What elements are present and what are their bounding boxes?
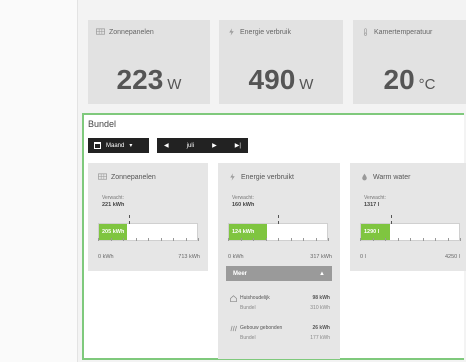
lightning-icon <box>229 28 234 36</box>
sub-item-bundel-label: Bundel <box>240 305 256 311</box>
sub-item-value: 98 kWh <box>312 295 330 301</box>
lightning-icon <box>230 173 235 181</box>
sub-item-bundel-value: 177 kWh <box>310 335 330 341</box>
scale-tick <box>435 238 436 241</box>
stat-card-energy: Energie verbruik 490 W <box>219 20 343 104</box>
bundel-card-energy: Energie verbruikt Verwacht: 160 kWh 124 … <box>218 163 340 359</box>
sub-item-name: Huishoudelijk <box>240 295 270 301</box>
period-select[interactable]: Maand ▾ <box>88 138 149 153</box>
calendar-icon <box>94 142 101 149</box>
scale-tick <box>460 238 461 241</box>
sub-item-building: Gebouw gebonden 26 kWh Bundel 177 kWh <box>230 325 330 345</box>
more-toggle-button[interactable]: Meer ▲ <box>226 266 332 281</box>
scale-tick <box>110 238 112 241</box>
month-navigator: ◀ juli ▶ ▶| <box>157 138 248 153</box>
scale-tick <box>148 238 149 241</box>
scale-tick <box>397 238 399 241</box>
thermometer-icon <box>363 28 368 36</box>
previous-month-button[interactable]: ◀ <box>164 142 169 149</box>
scale-ticks <box>228 236 329 241</box>
expected-value: 160 kWh <box>232 202 255 208</box>
scale-min: 0 l <box>360 254 366 260</box>
water-drop-icon <box>362 173 367 181</box>
scale-tick <box>385 238 386 241</box>
house-icon <box>230 295 237 302</box>
progress-value: 1290 l <box>364 229 380 235</box>
scale-tick <box>160 238 162 241</box>
card-title: Warm water <box>373 173 411 181</box>
scale-tick <box>328 238 329 241</box>
scale-tick <box>123 238 124 241</box>
scale-tick <box>198 238 199 241</box>
next-month-button[interactable]: ▶ <box>212 142 217 149</box>
sub-item-name: Gebouw gebonden <box>240 325 283 331</box>
bundel-panel: Bundel Maand ▾ ◀ juli ▶ ▶| Zonnepanelen … <box>82 113 466 360</box>
stat-value: 490 W <box>248 64 314 95</box>
sub-item-bundel-value: 310 kWh <box>310 305 330 311</box>
last-month-button[interactable]: ▶| <box>235 142 241 149</box>
stat-label: Zonnepanelen <box>109 28 154 36</box>
caret-up-icon: ▲ <box>319 270 325 277</box>
sub-item-bundel-label: Bundel <box>240 335 256 341</box>
scale-max: 4250 l <box>445 254 460 260</box>
expected-marker <box>278 215 279 224</box>
scale-ticks <box>360 236 461 241</box>
scale-min: 0 kWh <box>98 254 114 260</box>
scale-max: 317 kWh <box>310 254 332 260</box>
building-bound-icon <box>230 325 237 332</box>
scale-tick <box>360 238 361 241</box>
stat-card-solar: Zonnepanelen 223 W <box>88 20 210 104</box>
progress-value: 124 kWh <box>232 229 255 235</box>
scale-tick <box>278 238 279 241</box>
stat-value: 223 W <box>116 64 182 95</box>
caret-down-icon: ▾ <box>129 143 133 149</box>
progress-value: 205 kWh <box>102 229 125 235</box>
solar-panel-icon <box>98 173 107 180</box>
scale-tick <box>410 238 411 241</box>
month-label: juli <box>186 142 195 149</box>
expected-label: Verwacht: <box>232 195 254 201</box>
stat-label: Energie verbruik <box>240 28 291 36</box>
sub-item-household: Huishoudelijk 98 kWh Bundel 310 kWh <box>230 295 330 315</box>
bundel-title: Bundel <box>88 119 117 129</box>
expected-label: Verwacht: <box>102 195 124 201</box>
dashboard-main: Zonnepanelen 223 W Energie verbruik 490 W … <box>78 0 466 362</box>
scale-tick <box>185 238 187 241</box>
sub-item-value: 26 kWh <box>312 325 330 331</box>
scale-tick <box>173 238 174 241</box>
stat-label: Kamertemperatuur <box>374 28 433 36</box>
scale-tick <box>372 238 374 241</box>
bundel-card-solar: Zonnepanelen Verwacht: 221 kWh 205 kWh 0… <box>88 163 208 271</box>
period-label: Maand <box>106 142 125 149</box>
card-title: Zonnepanelen <box>111 173 156 181</box>
expected-marker <box>391 215 393 224</box>
scale-tick <box>447 238 449 241</box>
expected-value: 1317 l <box>364 202 380 208</box>
scale-tick <box>315 238 317 241</box>
scale-min: 0 kWh <box>228 254 244 260</box>
expected-marker <box>129 215 131 224</box>
scale-tick <box>135 238 137 241</box>
scale-tick <box>228 238 229 241</box>
bundel-card-warm-water: Warm water Verwacht: 1317 l 1290 l 0 l 4… <box>350 163 466 271</box>
more-label: Meer <box>233 270 248 277</box>
scale-max: 713 kWh <box>178 254 200 260</box>
scale-tick <box>290 238 292 241</box>
stat-card-temperature: Kamertemperatuur 20 °C <box>353 20 466 104</box>
scale-tick <box>303 238 304 241</box>
left-margin <box>0 0 78 362</box>
scale-tick <box>422 238 424 241</box>
card-title: Energie verbruikt <box>241 173 294 181</box>
expected-value: 221 kWh <box>102 202 125 208</box>
scale-tick <box>240 238 242 241</box>
scale-ticks <box>98 236 199 241</box>
solar-panel-icon <box>96 28 105 35</box>
stat-value: 20 °C <box>383 64 436 95</box>
scale-tick <box>253 238 254 241</box>
scale-tick <box>265 238 267 241</box>
scale-tick <box>98 238 99 241</box>
expected-label: Verwacht: <box>364 195 386 201</box>
